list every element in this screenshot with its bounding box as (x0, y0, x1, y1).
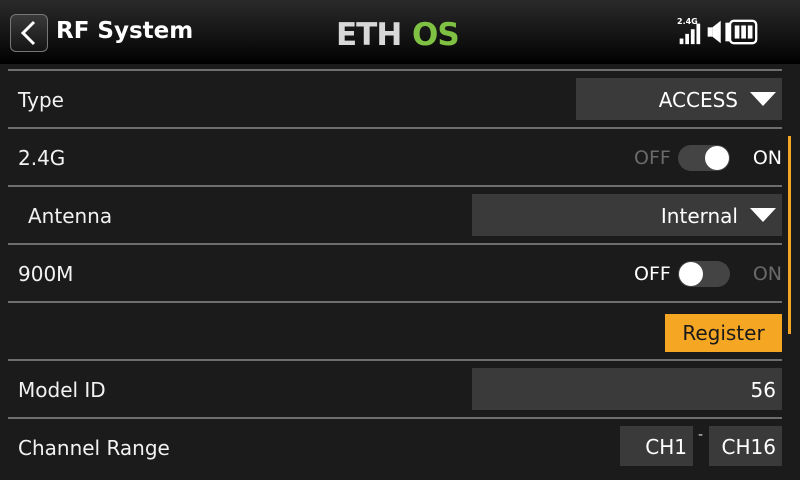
status-icons (679, 19, 758, 45)
model-id-field[interactable]: 56 (472, 368, 782, 410)
row-register: Register (8, 301, 782, 358)
channel-start-field[interactable]: CH1 (620, 426, 693, 466)
rf24-off-label: OFF (634, 147, 671, 169)
settings-list: Type ACCESS 2.4G OFF ON Antenna Internal (0, 64, 800, 480)
rf900-label: 900M (18, 262, 74, 286)
back-button[interactable] (10, 14, 48, 52)
antenna-value: Internal (660, 204, 738, 228)
svg-text:ETH: ETH (336, 17, 401, 49)
channel-end-field[interactable]: CH16 (709, 426, 782, 466)
type-label: Type (18, 88, 64, 112)
channel-start-value: CH1 (645, 435, 687, 459)
row-model-id: Model ID 56 (8, 359, 782, 416)
channel-range-label: Channel Range (18, 436, 170, 460)
row-channel-range: Channel Range CH1 - CH16 (8, 417, 782, 474)
row-type: Type ACCESS (8, 69, 782, 126)
model-id-value: 56 (750, 378, 776, 402)
rf900-on-label: ON (752, 263, 782, 285)
rf24-label: 2.4G (18, 146, 66, 170)
ethos-logo: ETH OS (336, 17, 466, 53)
scrollbar[interactable] (788, 136, 791, 334)
antenna-dropdown[interactable]: Internal (472, 194, 782, 236)
rf900-toggle-track[interactable] (678, 261, 730, 287)
row-900m: 900M OFF ON (8, 243, 782, 300)
rf24-toggle[interactable]: OFF ON (632, 145, 782, 171)
back-icon (20, 20, 36, 46)
register-button[interactable]: Register (665, 314, 782, 352)
chevron-down-icon (750, 92, 776, 106)
rf900-off-label: OFF (634, 263, 671, 285)
svg-text:OS: OS (412, 17, 459, 49)
rf900-toggle-knob (679, 262, 703, 286)
chevron-down-icon (750, 208, 776, 222)
rf900-toggle[interactable]: OFF ON (632, 261, 782, 287)
channel-end-value: CH16 (721, 435, 776, 459)
battery-icon (725, 19, 758, 45)
channel-range-separator: - (698, 427, 704, 443)
antenna-label: Antenna (28, 204, 113, 228)
model-id-label: Model ID (18, 378, 106, 402)
page-title: RF System (56, 18, 194, 44)
type-value: ACCESS (658, 88, 738, 112)
speaker-icon (707, 20, 721, 44)
row-antenna: Antenna Internal (8, 185, 782, 242)
rf24-toggle-knob (705, 146, 729, 170)
rf24-on-label: ON (752, 147, 782, 169)
row-2-4g: 2.4G OFF ON (8, 127, 782, 184)
type-dropdown[interactable]: ACCESS (576, 78, 782, 120)
signal-strength-icon (679, 23, 701, 45)
rf24-toggle-track[interactable] (678, 145, 730, 171)
header-bar: RF System ETH OS 2.4G (0, 0, 800, 64)
